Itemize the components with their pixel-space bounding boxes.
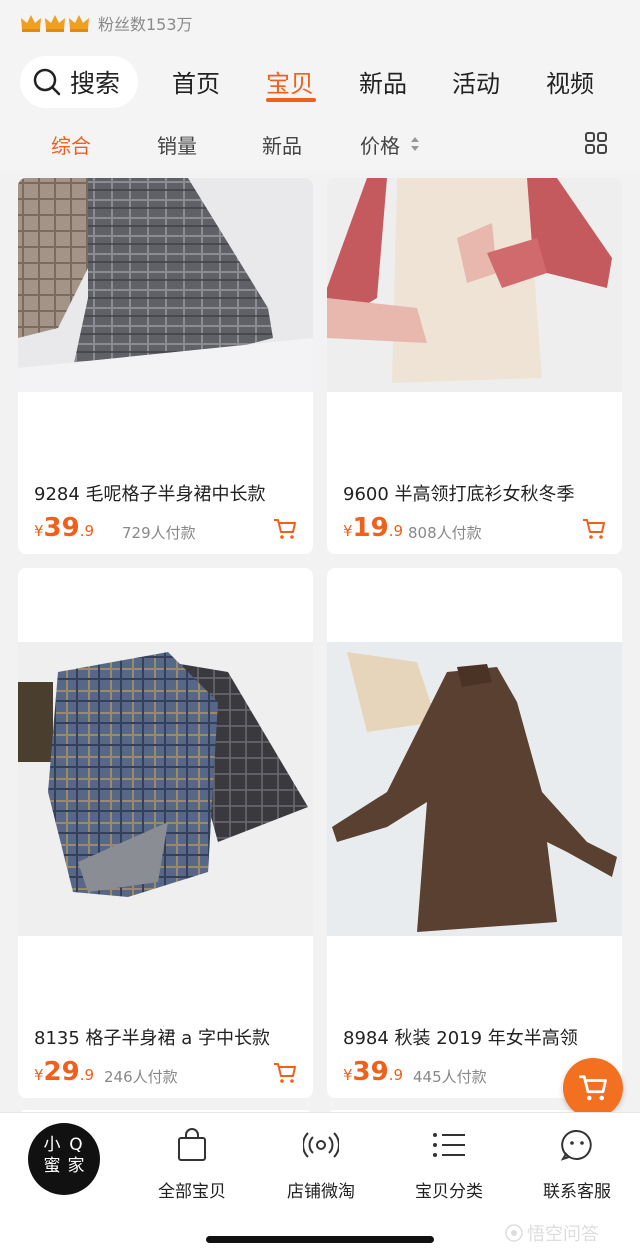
price-decimal: .9 — [79, 522, 95, 540]
product-image[interactable] — [18, 178, 313, 392]
currency-symbol: ¥ — [343, 522, 353, 540]
shop-nav: 搜索 首页 宝贝 新品 活动 视频 — [0, 46, 640, 116]
tab-label: 联系客服 — [543, 1182, 611, 1202]
logo-char: 蜜 — [43, 1156, 61, 1176]
product-card[interactable]: 8984 秋装 2019 年女半高领 ¥39.9 445人付款 — [327, 568, 622, 1098]
product-name[interactable]: 8135 格子半身裙 a 字中长款 — [34, 1024, 270, 1050]
tab-label: 宝贝分类 — [415, 1182, 483, 1202]
logo-char: 家 — [67, 1156, 85, 1176]
crown-icon — [21, 15, 41, 32]
sort-arrows-icon — [411, 137, 419, 151]
tab-new[interactable]: 新品 — [359, 64, 407, 99]
logo-char: Q — [69, 1135, 83, 1155]
sold-count: 445人付款 — [413, 1068, 487, 1086]
sort-sales[interactable]: 销量 — [157, 130, 197, 159]
crown-icon — [45, 15, 65, 32]
price-decimal: .9 — [388, 1066, 404, 1084]
add-to-cart-icon[interactable] — [273, 518, 297, 540]
product-image[interactable] — [327, 178, 622, 392]
price-integer: 19 — [352, 513, 389, 543]
price-integer: 39 — [352, 1057, 389, 1087]
price-decimal: .9 — [79, 1066, 95, 1084]
shopping-bag-icon — [178, 1128, 206, 1161]
sort-price[interactable]: 价格 — [360, 130, 400, 159]
tab-shop-weitao[interactable]: 店铺微淘 — [266, 1127, 376, 1202]
sort-comprehensive[interactable]: 综合 — [51, 130, 91, 159]
sold-count: 808人付款 — [408, 524, 482, 542]
tab-customer-service[interactable]: 联系客服 — [522, 1127, 632, 1202]
search-label: 搜索 — [70, 69, 121, 98]
crown-icon — [69, 15, 89, 32]
currency-symbol: ¥ — [34, 1066, 44, 1084]
tab-products[interactable]: 宝贝 — [266, 64, 314, 99]
currency-symbol: ¥ — [34, 522, 44, 540]
product-price: ¥29.9 — [34, 1057, 94, 1087]
tab-categories[interactable]: 宝贝分类 — [394, 1127, 504, 1202]
tab-label: 店铺微淘 — [287, 1182, 355, 1202]
sort-new[interactable]: 新品 — [262, 130, 302, 159]
add-to-cart-icon[interactable] — [273, 1062, 297, 1084]
cart-icon — [579, 1075, 607, 1101]
sold-count: 246人付款 — [104, 1068, 178, 1086]
add-to-cart-icon[interactable] — [582, 518, 606, 540]
product-image[interactable] — [327, 642, 622, 936]
watermark-logo-icon — [505, 1224, 523, 1242]
sort-bar: 综合 销量 新品 价格 — [0, 116, 640, 172]
product-price: ¥39.9 — [343, 1057, 403, 1087]
product-card[interactable]: 9284 毛呢格子半身裙中长款 ¥39.9 729人付款 — [18, 178, 313, 554]
watermark: 悟空问答 — [505, 1220, 599, 1246]
search-icon — [33, 68, 61, 96]
tab-events[interactable]: 活动 — [452, 64, 500, 99]
currency-symbol: ¥ — [343, 1066, 353, 1084]
grid-view-icon[interactable] — [584, 131, 608, 155]
product-image[interactable] — [18, 642, 313, 936]
search-button[interactable]: 搜索 — [20, 56, 138, 108]
tab-home[interactable]: 首页 — [172, 64, 220, 99]
product-name[interactable]: 8984 秋装 2019 年女半高领 — [343, 1024, 578, 1050]
chat-bubble-icon — [560, 1129, 592, 1161]
product-card[interactable]: 9600 半高领打底衫女秋冬季 ¥19.9 808人付款 — [327, 178, 622, 554]
sold-count: 729人付款 — [122, 524, 196, 542]
product-price: ¥19.9 — [343, 513, 403, 543]
product-price: ¥39.9 — [34, 513, 94, 543]
price-integer: 39 — [43, 513, 80, 543]
logo-char: 小 — [43, 1135, 61, 1155]
product-name[interactable]: 9600 半高领打底衫女秋冬季 — [343, 480, 575, 506]
active-tab-indicator — [266, 98, 316, 102]
home-indicator[interactable] — [206, 1236, 434, 1243]
tab-video[interactable]: 视频 — [546, 64, 594, 99]
list-icon — [433, 1133, 465, 1157]
floating-cart-button[interactable] — [563, 1058, 623, 1118]
tab-label: 全部宝贝 — [158, 1182, 226, 1202]
watermark-text: 悟空问答 — [527, 1224, 599, 1245]
broadcast-icon — [303, 1132, 339, 1158]
product-name[interactable]: 9284 毛呢格子半身裙中长款 — [34, 480, 266, 506]
shop-logo[interactable]: 小 Q 蜜 家 — [28, 1123, 100, 1195]
fans-count: 粉丝数153万 — [98, 15, 193, 34]
price-integer: 29 — [43, 1057, 80, 1087]
crown-rating — [20, 13, 90, 33]
product-card[interactable]: 8135 格子半身裙 a 字中长款 ¥29.9 246人付款 — [18, 568, 313, 1098]
shop-status-bar: 粉丝数153万 — [0, 0, 640, 46]
tab-all-products[interactable]: 全部宝贝 — [137, 1127, 247, 1202]
price-decimal: .9 — [388, 522, 404, 540]
